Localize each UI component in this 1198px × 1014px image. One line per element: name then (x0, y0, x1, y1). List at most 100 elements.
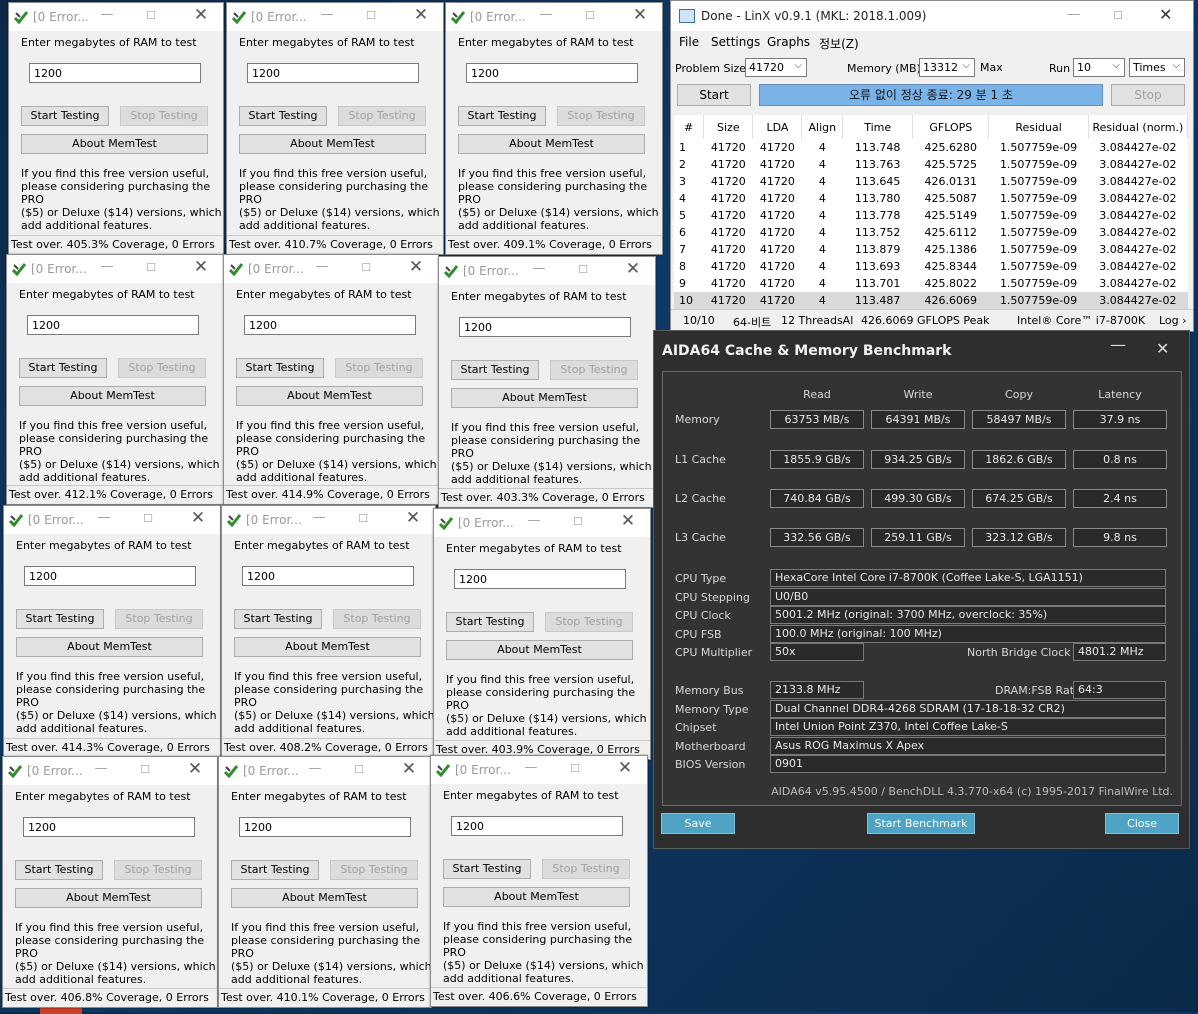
memtest-titlebar[interactable]: [0 Error... — ☐ ✕ (439, 257, 655, 285)
menu-info[interactable]: 정보(Z) (819, 35, 859, 52)
start-testing-button[interactable]: Start Testing (451, 360, 539, 380)
start-testing-button[interactable]: Start Testing (458, 106, 546, 126)
minimize-icon[interactable]: — (99, 259, 115, 274)
maximize-icon[interactable]: ☐ (140, 512, 156, 525)
column-header[interactable]: Residual (988, 115, 1089, 139)
about-memtest-button[interactable]: About MemTest (236, 386, 423, 406)
start-testing-button[interactable]: Start Testing (231, 860, 319, 880)
stop-testing-button[interactable]: Stop Testing (330, 860, 418, 880)
memtest-titlebar[interactable]: [0 Error... — ☐ ✕ (446, 3, 662, 31)
table-row[interactable]: 1 41720 41720 4 113.748 425.6280 1.507759e-09 3… (674, 139, 1188, 156)
maximize-icon[interactable]: ☐ (351, 763, 367, 776)
minimize-icon[interactable]: — (538, 7, 554, 22)
minimize-icon[interactable]: — (523, 760, 539, 775)
minimize-icon[interactable]: — (311, 510, 327, 525)
stop-testing-button[interactable]: Stop Testing (114, 860, 202, 880)
minimize-icon[interactable]: — (93, 761, 109, 776)
close-icon[interactable]: ✕ (632, 5, 648, 25)
column-header[interactable]: Time (842, 115, 914, 139)
maximize-icon[interactable]: ☐ (570, 515, 586, 528)
ram-input[interactable] (244, 315, 416, 335)
menu-file[interactable]: File (679, 35, 699, 49)
max-label[interactable]: Max (980, 61, 1003, 74)
stop-testing-button[interactable]: Stop Testing (542, 859, 630, 879)
minimize-icon[interactable]: — (531, 261, 547, 276)
stop-testing-button[interactable]: Stop Testing (550, 360, 638, 380)
memtest-titlebar[interactable]: [0 Error... — ☐ ✕ (9, 3, 223, 31)
table-row[interactable]: 3 41720 41720 4 113.645 426.0131 1.507759e-09 3… (674, 173, 1188, 190)
column-header[interactable]: GFLOPS (912, 115, 990, 139)
minimize-icon[interactable]: — (526, 513, 542, 528)
close-icon[interactable]: ✕ (408, 257, 424, 277)
memtest-titlebar[interactable]: [0 Error... — ☐ ✕ (219, 757, 431, 785)
about-memtest-button[interactable]: About MemTest (458, 134, 645, 154)
run-count-select[interactable]: 10 ⌵ (1073, 58, 1125, 77)
linx-titlebar[interactable]: Done - LinX v0.9.1 (MKL: 2018.1.009) — ☐… (671, 1, 1193, 31)
close-icon[interactable]: ✕ (405, 508, 421, 528)
ram-input[interactable] (27, 315, 199, 335)
stop-testing-button[interactable]: Stop Testing (557, 106, 645, 126)
table-row[interactable]: 5 41720 41720 4 113.778 425.5149 1.507759e-09 3… (674, 207, 1188, 224)
minimize-icon[interactable]: — (319, 7, 335, 22)
close-button[interactable]: Close (1105, 813, 1179, 834)
table-row[interactable]: 8 41720 41720 4 113.693 425.8344 1.507759e-09 3… (674, 258, 1188, 275)
start-testing-button[interactable]: Start Testing (446, 612, 534, 632)
close-icon[interactable]: ✕ (190, 508, 206, 528)
ram-input[interactable] (29, 63, 201, 83)
about-memtest-button[interactable]: About MemTest (234, 637, 421, 657)
menu-settings[interactable]: Settings (711, 35, 760, 49)
about-memtest-button[interactable]: About MemTest (15, 888, 202, 908)
about-memtest-button[interactable]: About MemTest (19, 386, 206, 406)
ram-input[interactable] (454, 569, 626, 589)
start-testing-button[interactable]: Start Testing (443, 859, 531, 879)
about-memtest-button[interactable]: About MemTest (16, 637, 203, 657)
about-memtest-button[interactable]: About MemTest (231, 888, 418, 908)
maximize-icon[interactable]: ☐ (137, 763, 153, 776)
stop-button[interactable]: Stop (1111, 84, 1185, 106)
close-icon[interactable]: ✕ (401, 759, 417, 779)
run-mode-select[interactable]: Times ⌵ (1129, 58, 1185, 77)
close-icon[interactable]: ✕ (1156, 339, 1169, 358)
ram-input[interactable] (466, 63, 638, 83)
about-memtest-button[interactable]: About MemTest (451, 388, 638, 408)
start-benchmark-button[interactable]: Start Benchmark (867, 813, 975, 834)
maximize-icon[interactable]: ☐ (355, 512, 371, 525)
about-memtest-button[interactable]: About MemTest (239, 134, 426, 154)
column-header[interactable]: # (674, 115, 705, 139)
minimize-icon[interactable]: — (1067, 7, 1080, 22)
stop-testing-button[interactable]: Stop Testing (335, 358, 423, 378)
memtest-titlebar[interactable]: [0 Error... — ☐ ✕ (4, 506, 220, 534)
maximize-icon[interactable]: ☐ (575, 263, 591, 276)
stop-testing-button[interactable]: Stop Testing (338, 106, 426, 126)
close-icon[interactable]: ✕ (193, 257, 209, 277)
ram-input[interactable] (247, 63, 419, 83)
start-testing-button[interactable]: Start Testing (19, 358, 107, 378)
problem-size-select[interactable]: 41720 ⌵ (745, 58, 807, 77)
memtest-titlebar[interactable]: [0 Error... — ☐ ✕ (3, 757, 217, 785)
stop-testing-button[interactable]: Stop Testing (545, 612, 633, 632)
close-icon[interactable]: ✕ (1159, 5, 1172, 24)
minimize-icon[interactable]: — (314, 259, 330, 274)
start-testing-button[interactable]: Start Testing (236, 358, 324, 378)
table-row[interactable]: 10 41720 41720 4 113.487 426.6069 1.507759e-09… (674, 292, 1188, 309)
memtest-titlebar[interactable]: [0 Error... — ☐ ✕ (434, 509, 650, 537)
stop-testing-button[interactable]: Stop Testing (120, 106, 208, 126)
start-button[interactable]: Start (677, 84, 751, 106)
table-row[interactable]: 7 41720 41720 4 113.879 425.1386 1.507759e-09 3… (674, 241, 1188, 258)
table-row[interactable]: 6 41720 41720 4 113.752 425.6112 1.507759e-09 3… (674, 224, 1188, 241)
table-row[interactable]: 4 41720 41720 4 113.780 425.5087 1.507759e-09 3… (674, 190, 1188, 207)
memtest-titlebar[interactable]: [0 Error... — ☐ ✕ (224, 255, 438, 283)
table-row[interactable]: 9 41720 41720 4 113.701 425.8022 1.507759e-09 3… (674, 275, 1188, 292)
close-icon[interactable]: ✕ (413, 5, 429, 25)
about-memtest-button[interactable]: About MemTest (446, 640, 633, 660)
ram-input[interactable] (451, 816, 623, 836)
memtest-titlebar[interactable]: [0 Error... — ☐ ✕ (7, 255, 223, 283)
maximize-icon[interactable]: ☐ (363, 9, 379, 22)
column-header[interactable]: Residual (norm.) (1088, 115, 1189, 139)
stop-testing-button[interactable]: Stop Testing (118, 358, 206, 378)
minimize-icon[interactable]: — (307, 761, 323, 776)
start-testing-button[interactable]: Start Testing (21, 106, 109, 126)
ram-input[interactable] (23, 817, 195, 837)
minimize-icon[interactable]: — (1110, 335, 1126, 354)
close-icon[interactable]: ✕ (617, 758, 633, 778)
